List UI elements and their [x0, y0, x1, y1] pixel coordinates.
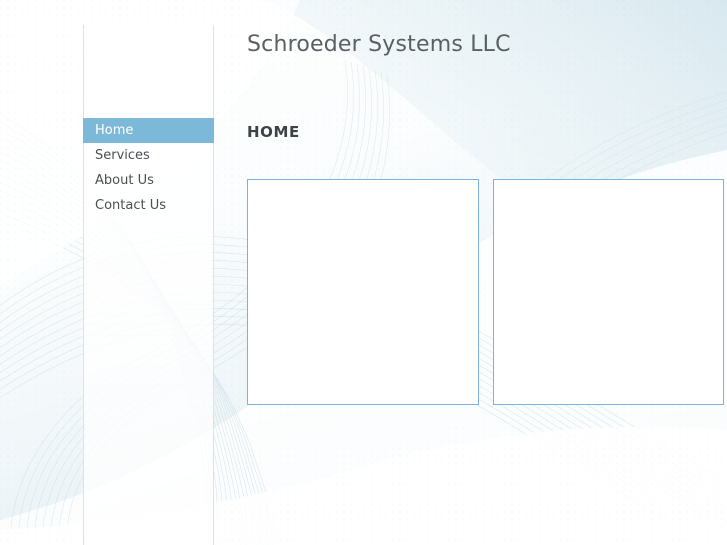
- nav-item-contact-us[interactable]: Contact Us: [83, 193, 214, 218]
- main-navigation: Home Services About Us Contact Us: [83, 118, 214, 218]
- right-content-panel: [493, 179, 724, 405]
- page-title: HOME: [247, 123, 300, 141]
- site-title: Schroeder Systems LLC: [247, 32, 511, 57]
- page-root: Schroeder Systems LLC Home Services Abou…: [0, 0, 727, 545]
- nav-item-home[interactable]: Home: [83, 118, 214, 143]
- sidebar-column: [83, 25, 214, 545]
- nav-item-about-us[interactable]: About Us: [83, 168, 214, 193]
- left-content-panel: [247, 179, 479, 405]
- nav-item-services[interactable]: Services: [83, 143, 214, 168]
